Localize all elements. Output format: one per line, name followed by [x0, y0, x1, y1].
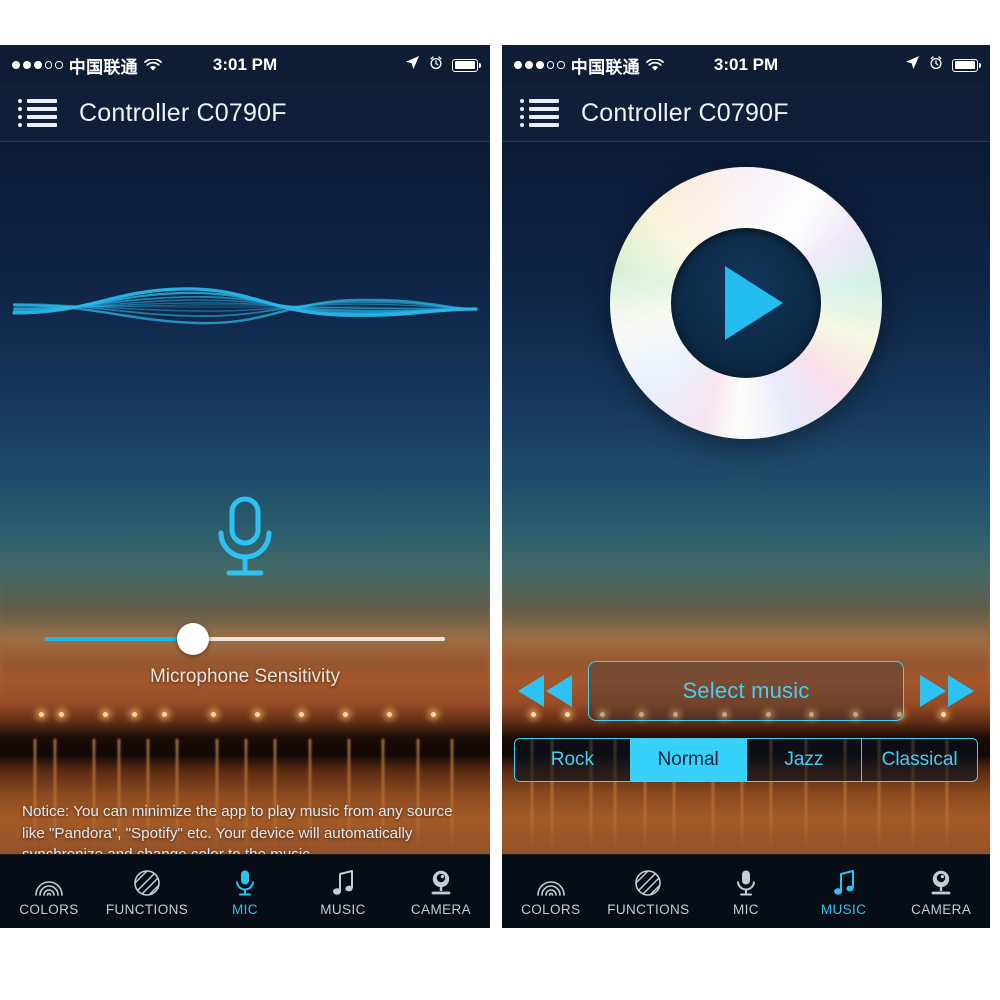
play-button[interactable] [671, 228, 821, 378]
tab-label: COLORS [521, 901, 581, 917]
tab-bar-right: COLORS FUNCTIONS MIC MUSIC CAMERA [502, 854, 990, 928]
microphone-icon [234, 867, 256, 897]
tab-label: MUSIC [820, 901, 867, 917]
status-bar-left-group: 中国联通 [502, 53, 664, 78]
striped-circle-icon [634, 867, 662, 897]
location-arrow-icon [405, 55, 420, 75]
status-bar-left: 中国联通 3:01 PM [0, 45, 490, 85]
music-note-icon [832, 867, 856, 897]
segment-rock[interactable]: Rock [515, 739, 631, 781]
page-title: Controller C0790F [79, 98, 287, 127]
equalizer-mode-segmented-control[interactable]: Rock Normal Jazz Classical [514, 738, 978, 782]
tab-mic[interactable]: MIC [196, 867, 294, 917]
battery-icon [452, 58, 481, 72]
status-bar-left-group: 中国联通 [0, 53, 162, 78]
page-title: Controller C0790F [581, 98, 789, 127]
screenshot-canvas: 中国联通 3:01 PM Controller C0790F Microphon… [0, 0, 1000, 1000]
app-header-left: Controller C0790F [0, 85, 490, 142]
segment-classical[interactable]: Classical [862, 739, 977, 781]
select-music-button[interactable]: Select music [588, 661, 904, 721]
signal-strength-dots [12, 61, 63, 69]
striped-circle-icon [133, 867, 161, 897]
tab-bar-left: COLORS FUNCTIONS MIC MUSIC CAMERA [0, 854, 490, 928]
phone-screenshot-music: 中国联通 3:01 PM Controller C0790F Select mu… [502, 45, 990, 928]
location-arrow-icon [905, 55, 920, 75]
tab-colors[interactable]: COLORS [0, 867, 98, 917]
slider-thumb[interactable] [177, 623, 209, 655]
transport-controls: Select music [512, 660, 980, 722]
wifi-icon [144, 57, 162, 72]
battery-icon [952, 58, 981, 72]
cd-disc[interactable] [610, 167, 882, 439]
tab-label: MIC [733, 901, 759, 917]
alarm-clock-icon [429, 55, 443, 75]
status-bar-right: 中国联通 3:01 PM [502, 45, 990, 85]
tab-mic[interactable]: MIC [697, 867, 795, 917]
microphone-icon [735, 867, 757, 897]
slider-label: Microphone Sensitivity [149, 666, 341, 687]
status-bar-right-group [905, 55, 990, 75]
next-track-button[interactable] [914, 668, 980, 714]
segment-normal[interactable]: Normal [630, 739, 747, 781]
segment-jazz[interactable]: Jazz [746, 739, 863, 781]
signal-strength-dots [514, 61, 565, 69]
tab-functions[interactable]: FUNCTIONS [98, 867, 196, 917]
play-icon [725, 266, 783, 340]
audio-waveform-visualizer [0, 269, 490, 349]
status-bar-right-group [405, 55, 490, 75]
webcam-icon [428, 867, 454, 897]
app-header-right: Controller C0790F [502, 85, 990, 142]
rainbow-icon [536, 867, 566, 897]
wifi-icon [646, 57, 664, 72]
previous-track-button[interactable] [512, 668, 578, 714]
tab-camera[interactable]: CAMERA [392, 867, 490, 917]
tab-label: MIC [232, 901, 258, 917]
slider-fill [45, 637, 193, 641]
tab-music[interactable]: MUSIC [795, 867, 893, 917]
list-menu-icon[interactable] [520, 99, 559, 127]
list-menu-icon[interactable] [18, 99, 57, 127]
tab-label: MUSIC [320, 901, 366, 917]
music-screen-content: Select music Rock Normal Jazz Classical [502, 141, 990, 928]
tab-label: COLORS [19, 901, 79, 917]
microphone-sensitivity-slider[interactable] [45, 619, 445, 659]
carrier-name: 中国联通 [570, 57, 640, 77]
carrier-name: 中国联通 [68, 57, 138, 77]
tab-label: FUNCTIONS [105, 901, 189, 917]
rewind-icon [518, 675, 572, 707]
webcam-icon [928, 867, 954, 897]
tab-label: CAMERA [410, 901, 472, 917]
tab-colors[interactable]: COLORS [502, 867, 600, 917]
tab-camera[interactable]: CAMERA [892, 867, 990, 917]
music-note-icon [331, 867, 355, 897]
rainbow-icon [34, 867, 64, 897]
microphone-icon [205, 493, 285, 583]
phone-screenshot-mic: 中国联通 3:01 PM Controller C0790F Microphon… [0, 45, 490, 928]
tab-music[interactable]: MUSIC [294, 867, 392, 917]
tab-label: FUNCTIONS [607, 901, 690, 917]
fast-forward-icon [920, 675, 974, 707]
alarm-clock-icon [929, 55, 943, 75]
tab-label: CAMERA [911, 901, 972, 917]
mic-screen-content: Microphone Sensitivity Notice: You can m… [0, 141, 490, 928]
tab-functions[interactable]: FUNCTIONS [600, 867, 698, 917]
